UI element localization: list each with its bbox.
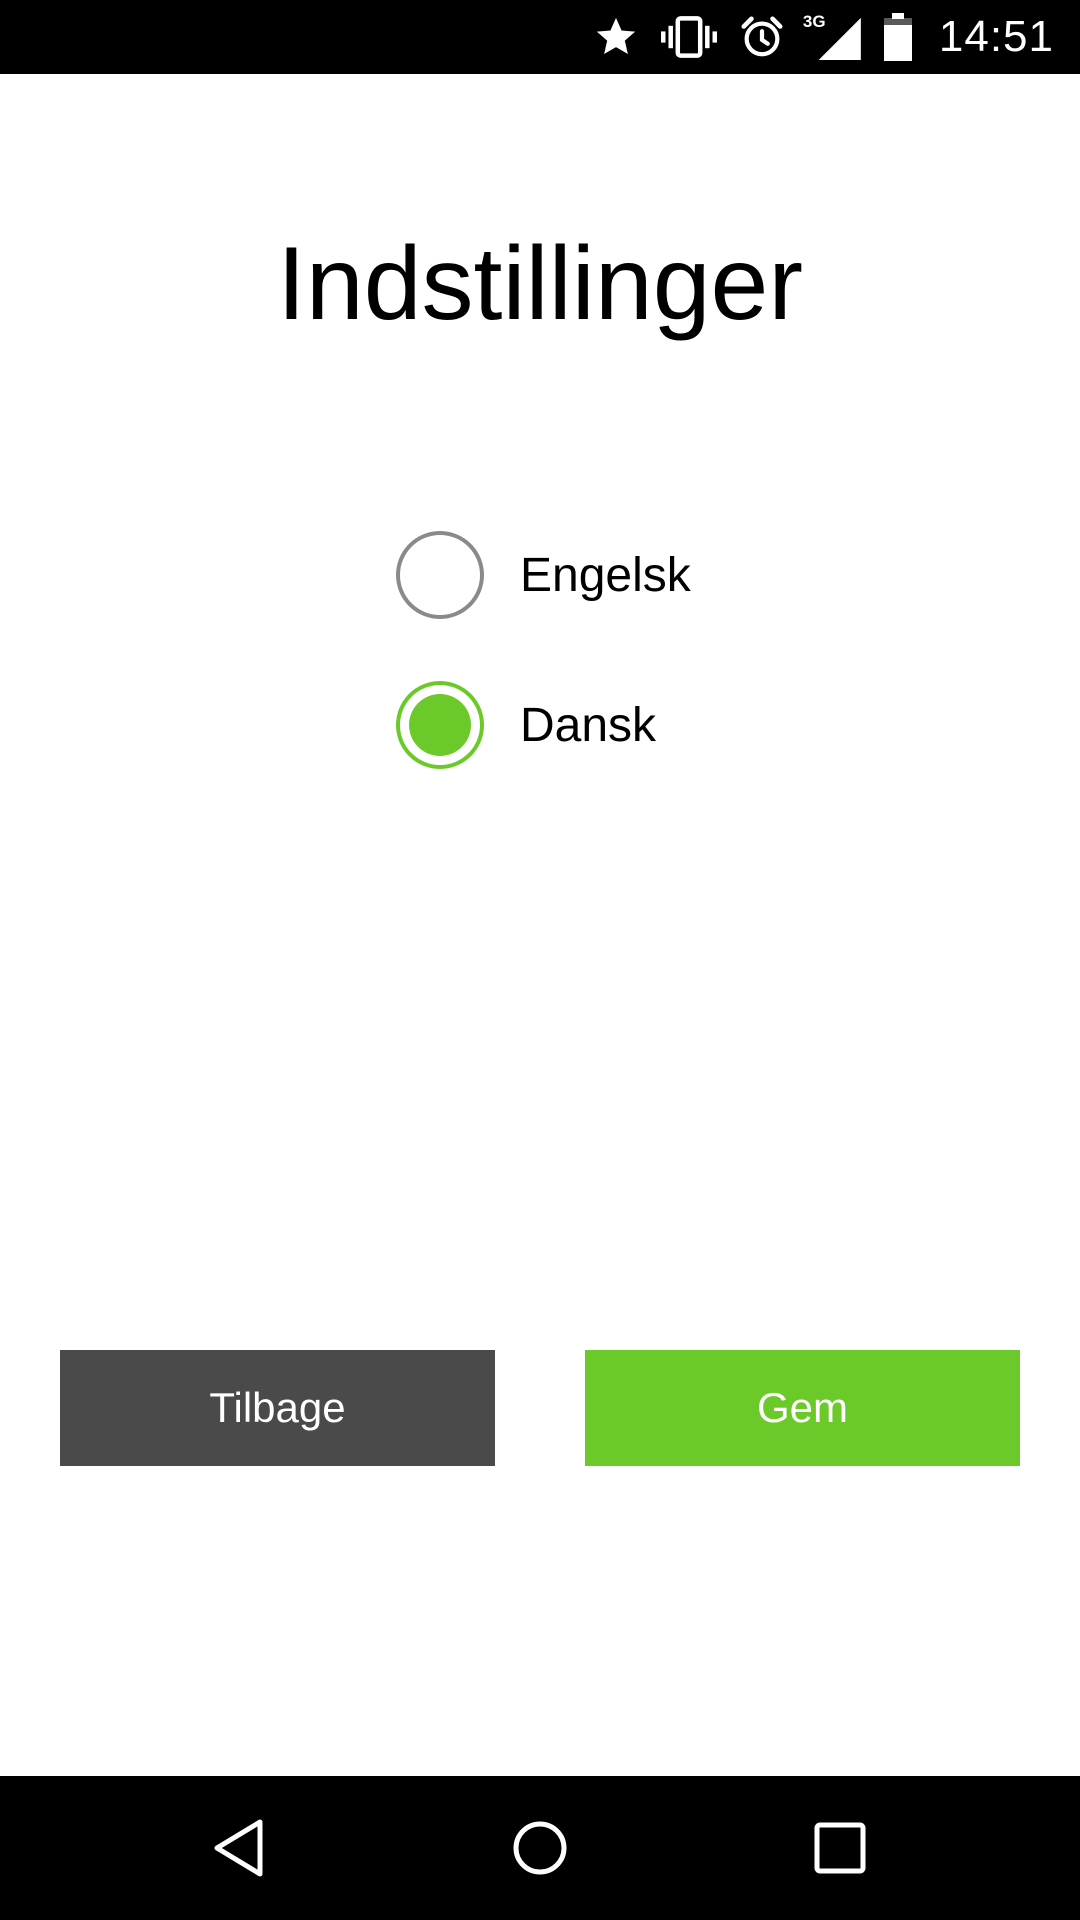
radio-checked-dot [409,694,471,756]
nav-recents-button[interactable] [770,1776,910,1920]
signal-icon: 3G [803,0,861,74]
network-type-label: 3G [802,12,826,31]
alarm-icon [739,0,785,74]
radio-option-dansk[interactable]: Dansk [396,680,796,770]
back-button[interactable]: Tilbage [60,1350,495,1466]
nav-back-button[interactable] [170,1776,310,1920]
save-button[interactable]: Gem [585,1350,1020,1466]
status-bar: 3G 14:51 [0,0,1080,74]
home-icon [513,1821,567,1875]
star-icon [593,0,639,74]
settings-screen: 3G 14:51 Indstillinger Engelsk Dansk Til… [0,0,1080,1920]
battery-icon [883,0,913,74]
radio-label-engelsk: Engelsk [520,548,691,602]
status-time: 14:51 [938,12,1054,61]
navigation-bar [0,1776,1080,1920]
radio-button-checked[interactable] [396,681,484,769]
radio-label-dansk: Dansk [520,698,657,752]
back-icon [214,1819,263,1877]
vibrate-icon [660,0,717,74]
recents-icon [814,1822,866,1874]
radio-button-unchecked[interactable] [396,531,484,619]
nav-home-button[interactable] [470,1776,610,1920]
page-title: Indstillinger [276,226,804,342]
radio-option-engelsk[interactable]: Engelsk [396,530,796,620]
